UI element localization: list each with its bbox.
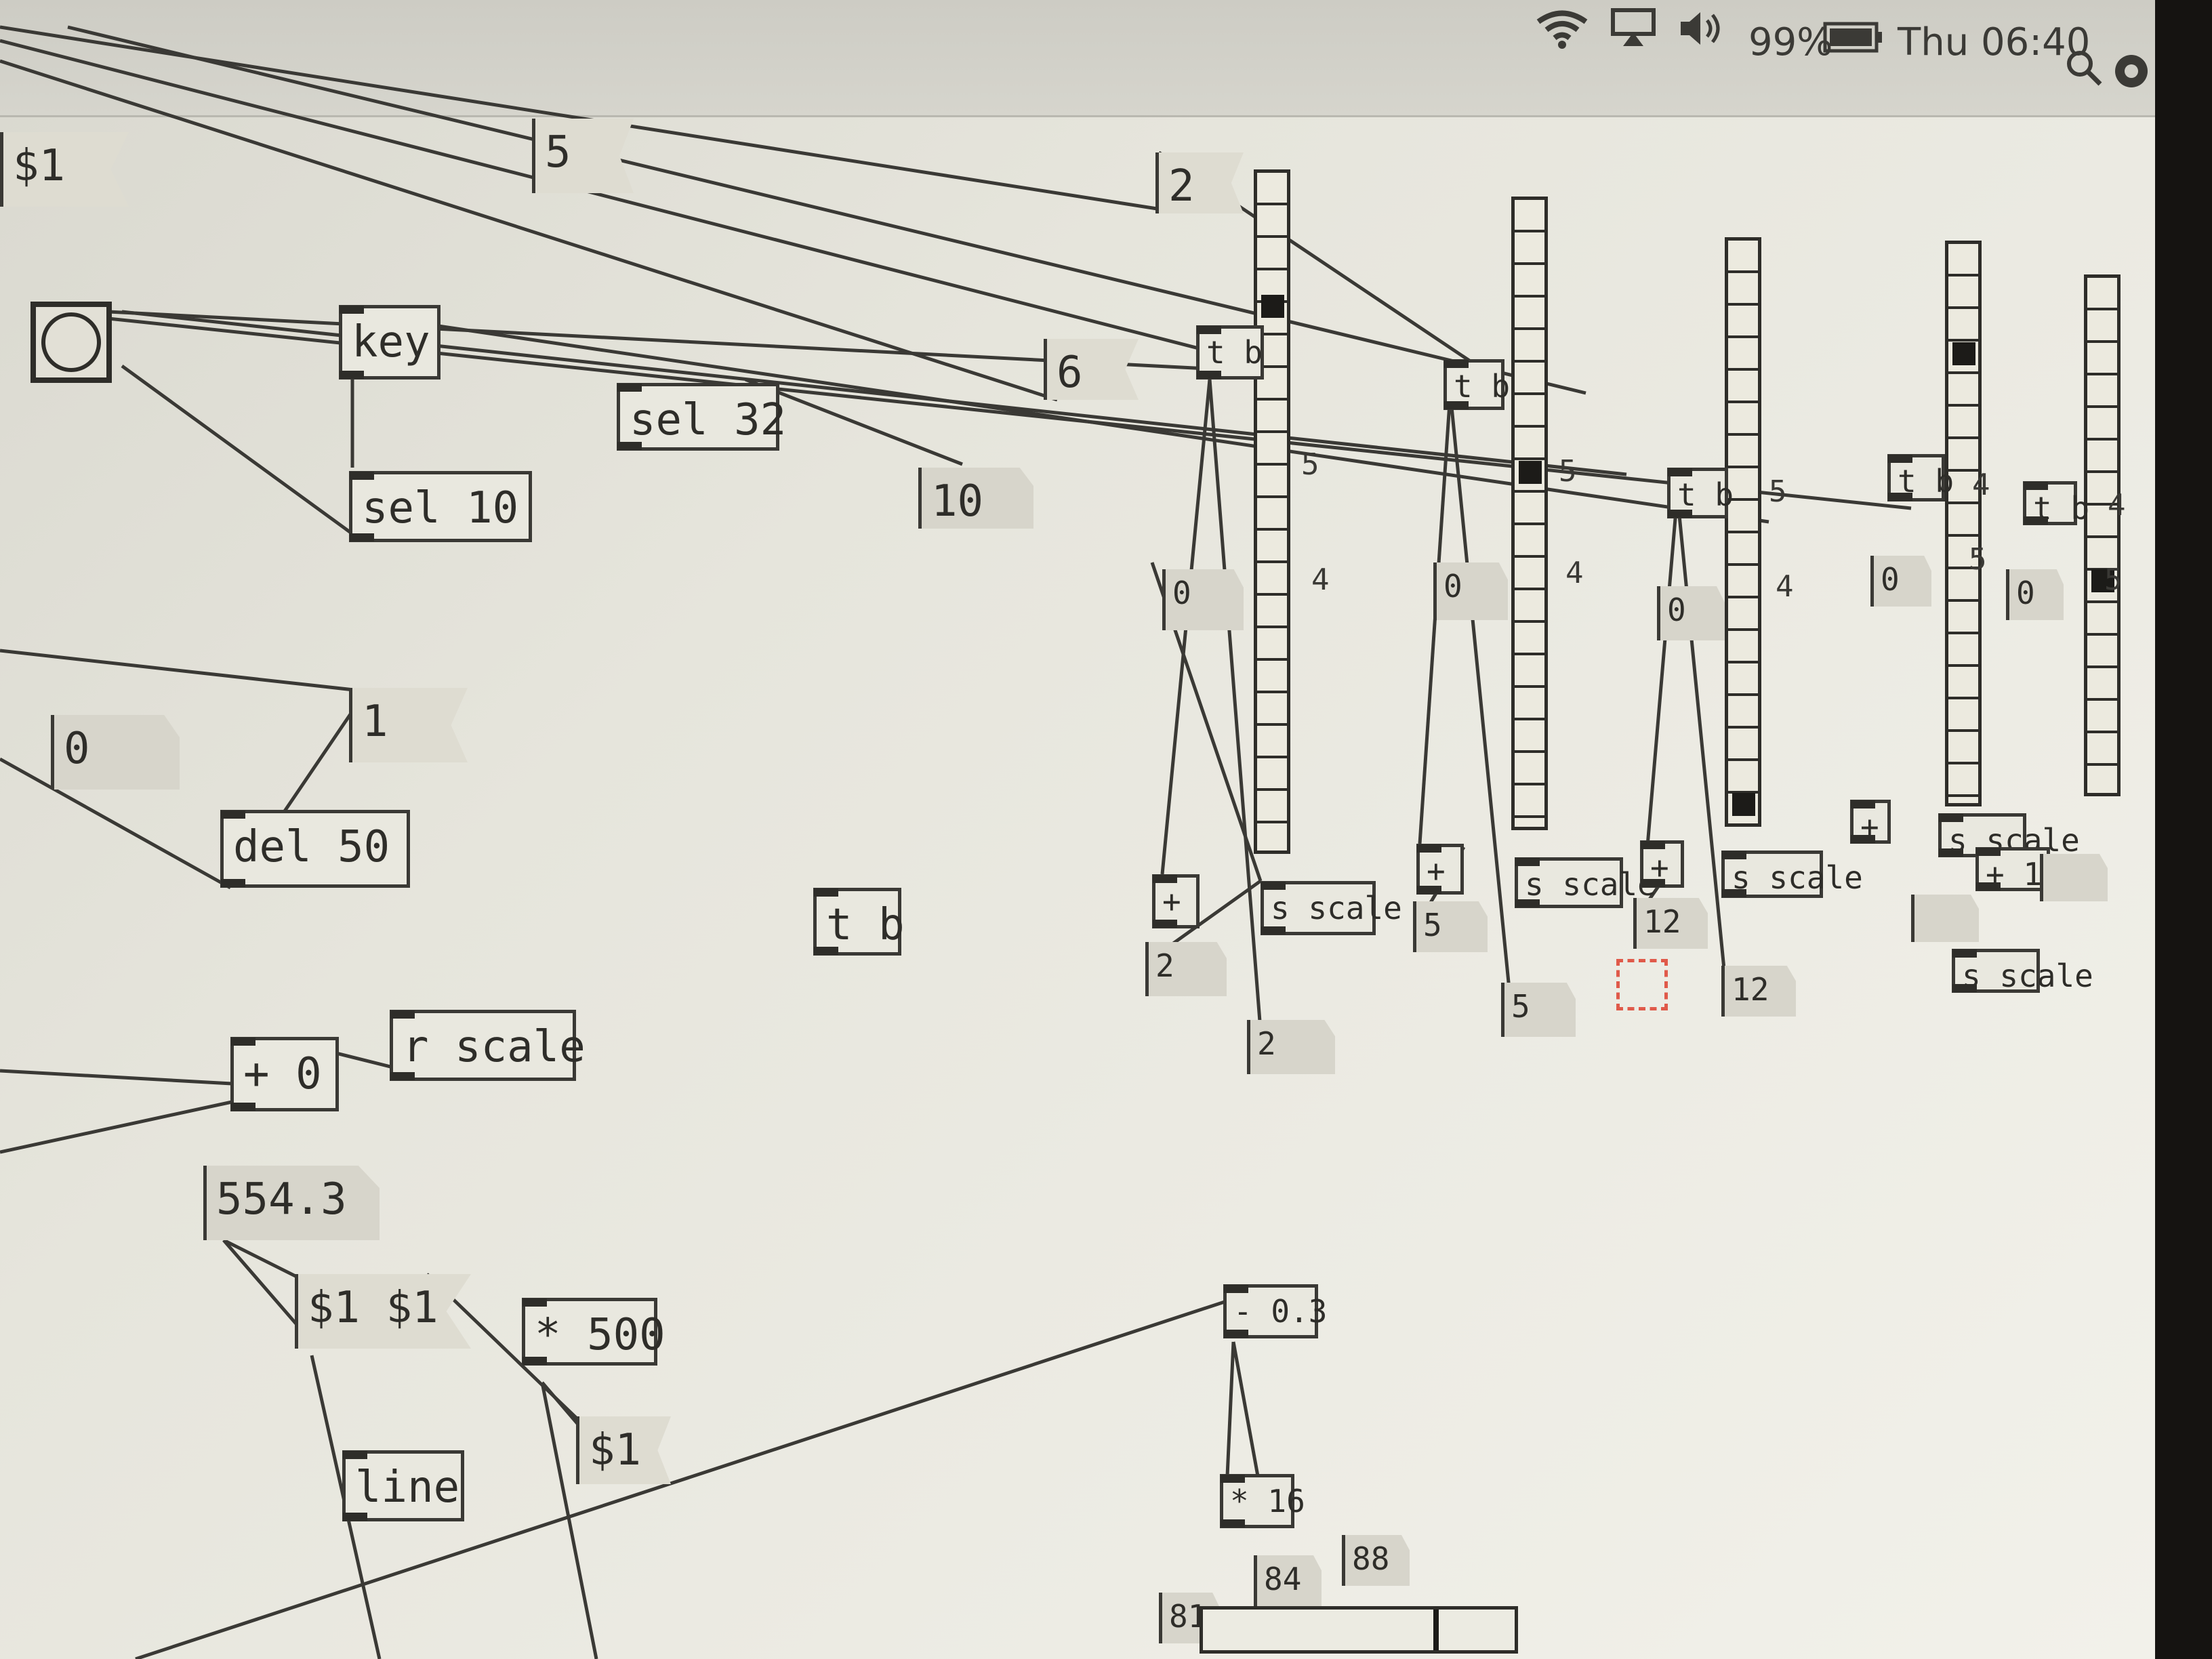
object-plus-0[interactable]: + 0 xyxy=(230,1037,339,1111)
column-5-label-b: 5 xyxy=(2104,562,2123,597)
object-s-scale-col3[interactable]: s scale xyxy=(1721,851,1863,898)
object-t-b-middle[interactable]: t b xyxy=(813,888,905,956)
message-dollar1-dollar1[interactable]: $1 $1 xyxy=(295,1274,471,1349)
column-5-label-a: 4 xyxy=(2108,488,2126,523)
column-3-label-b: 4 xyxy=(1776,569,1794,604)
number-box-554[interactable]: 554.3 xyxy=(203,1166,380,1240)
number-box-out-col3[interactable]: 12 xyxy=(1721,966,1796,1017)
object-sel-32[interactable]: sel 32 xyxy=(617,383,786,451)
object-s-scale-col1[interactable]: s scale xyxy=(1261,881,1402,935)
column-4-label-b: 5 xyxy=(1969,542,1987,577)
column-4-label-a: 4 xyxy=(1972,468,1990,502)
column-2-label-a: 5 xyxy=(1559,454,1577,489)
object-plus-12-col5[interactable]: + 12 xyxy=(1975,847,2061,891)
empty-object-placeholder[interactable] xyxy=(1616,959,1668,1010)
vradio-column-3[interactable] xyxy=(1725,237,1761,827)
object-s-scale-col2[interactable]: s scale xyxy=(1515,857,1656,908)
number-box-0-col1[interactable]: 0 xyxy=(1162,569,1244,630)
number-box-out-col1[interactable]: 2 xyxy=(1247,1020,1335,1074)
vradio-selected-cell xyxy=(1519,461,1542,484)
horizontal-slider[interactable] xyxy=(1200,1606,1518,1654)
vradio-selected-cell xyxy=(1732,793,1755,816)
pd-patch-window: 99% Thu 06:40 $1 5 2 key 6 sel 32 sel 10… xyxy=(0,0,2155,1659)
message-1[interactable]: 1 xyxy=(349,688,468,762)
number-box-plus-out-col2[interactable]: 5 xyxy=(1413,901,1488,952)
monitor-bezel xyxy=(2155,0,2212,1659)
column-1-label-b: 4 xyxy=(1311,562,1330,597)
message-dollar1-bottom[interactable]: $1 xyxy=(576,1416,671,1484)
object-del-50[interactable]: del 50 xyxy=(220,810,410,888)
number-box-0-col3[interactable]: 0 xyxy=(1657,586,1725,640)
number-box-plus-out-col3[interactable]: 12 xyxy=(1633,898,1708,949)
number-box-out-col5[interactable] xyxy=(2040,854,2108,901)
object-plus-col2[interactable]: + xyxy=(1416,844,1464,895)
vradio-selected-cell xyxy=(1261,295,1284,318)
object-t-b-col1[interactable]: t b xyxy=(1196,325,1264,380)
object-multiply-500[interactable]: * 500 xyxy=(522,1298,665,1366)
column-1-label-a: 5 xyxy=(1301,447,1319,482)
vradio-column-1[interactable] xyxy=(1254,169,1290,854)
object-key[interactable]: key xyxy=(339,305,441,380)
object-sel-10[interactable]: sel 10 xyxy=(349,471,532,542)
bang-circle-icon xyxy=(41,312,101,372)
column-2-label-b: 4 xyxy=(1565,556,1584,590)
object-t-b-col2[interactable]: t b xyxy=(1443,359,1510,410)
column-3-label-a: 5 xyxy=(1769,474,1787,509)
number-box-0-col2[interactable]: 0 xyxy=(1433,562,1508,620)
object-s-scale-col5[interactable]: s scale xyxy=(1952,949,2093,993)
object-t-b-col4[interactable]: t b xyxy=(1887,454,1954,501)
slider-knob[interactable] xyxy=(1433,1610,1439,1650)
object-minus-0-3[interactable]: - 0.3 xyxy=(1223,1284,1327,1338)
object-plus-col4[interactable]: + xyxy=(1850,800,1891,844)
vradio-selected-cell xyxy=(1952,342,1975,365)
number-box-out-col4[interactable] xyxy=(1911,895,1979,942)
message-dollar1-top[interactable]: $1 xyxy=(0,132,129,207)
vradio-column-2[interactable] xyxy=(1511,197,1548,830)
number-box-84[interactable]: 84 xyxy=(1254,1555,1322,1606)
message-5[interactable]: 5 xyxy=(532,119,634,193)
vradio-column-4[interactable] xyxy=(1945,241,1982,806)
object-t-b-col3[interactable]: t b xyxy=(1667,468,1734,518)
object-r-scale[interactable]: r scale xyxy=(390,1010,586,1081)
number-box-0-col5[interactable]: 0 xyxy=(2006,569,2064,620)
number-box-88[interactable]: 88 xyxy=(1342,1535,1410,1586)
object-plus-col3[interactable]: + xyxy=(1640,840,1684,888)
object-line[interactable]: line xyxy=(342,1450,464,1521)
number-box-plus-out-col1[interactable]: 2 xyxy=(1145,942,1227,996)
vradio-column-5[interactable] xyxy=(2084,274,2121,796)
message-2[interactable]: 2 xyxy=(1155,152,1244,213)
object-multiply-16[interactable]: * 16 xyxy=(1220,1474,1305,1528)
message-6[interactable]: 6 xyxy=(1044,339,1139,400)
bang-button[interactable] xyxy=(30,302,112,383)
object-t-b-col5[interactable]: t b xyxy=(2023,481,2089,525)
number-box-10[interactable]: 10 xyxy=(918,468,1033,529)
number-box-0-left[interactable]: 0 xyxy=(51,715,180,790)
number-box-0-col4[interactable]: 0 xyxy=(1870,556,1931,607)
object-plus-col1[interactable]: + xyxy=(1152,874,1200,928)
number-box-out-col2[interactable]: 5 xyxy=(1501,983,1576,1037)
